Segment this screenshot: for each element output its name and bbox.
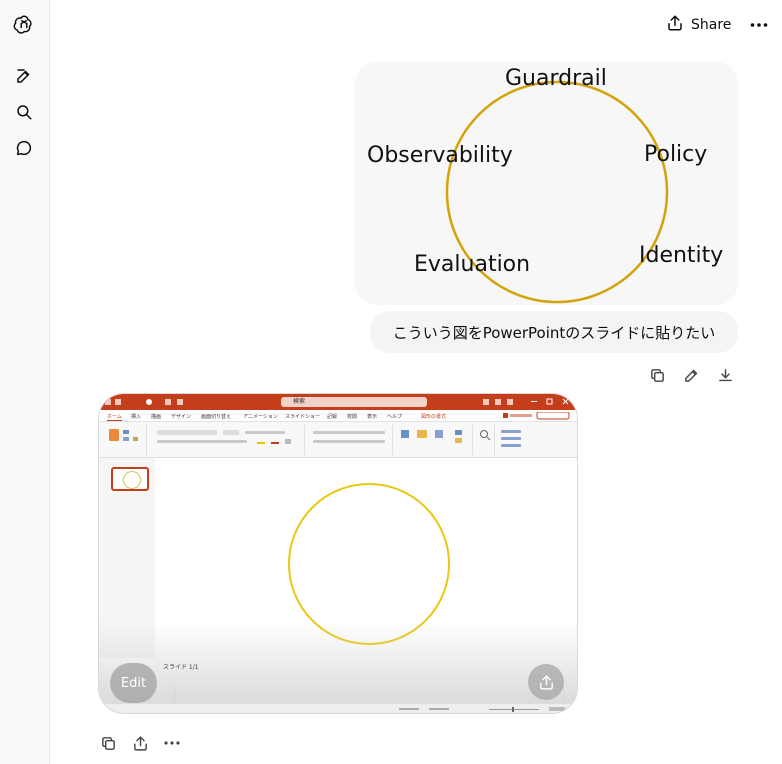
sidebar — [0, 0, 50, 764]
pp-zoom-controls — [399, 707, 565, 712]
pp-status-bar — [99, 703, 577, 713]
diagram-label-policy: Policy — [644, 142, 708, 167]
upload-image-button[interactable] — [528, 664, 564, 700]
search-icon[interactable] — [13, 101, 35, 123]
pp-title-bar: 検索 — [99, 394, 577, 410]
diagram-image[interactable]: Guardrail Policy Identity Evaluation Obs… — [355, 62, 738, 305]
pp-ribbon — [99, 422, 577, 458]
new-chat-icon[interactable] — [13, 65, 35, 87]
pp-group-paragraph — [307, 425, 393, 455]
pp-find-icon — [480, 430, 491, 441]
diagram-label-guardrail: Guardrail — [505, 66, 607, 91]
pp-tab: アニメーション — [243, 414, 278, 420]
pp-tab: 校閲 — [347, 414, 358, 420]
diagram-label-observability: Observability — [367, 143, 513, 168]
pp-tab: スライドショー — [285, 414, 321, 420]
copy-icon[interactable] — [97, 732, 119, 754]
user-message-actions — [646, 364, 736, 386]
pp-group-clipboard — [103, 425, 147, 455]
pp-group-edit — [475, 425, 495, 455]
pp-tab: ヘルプ — [387, 414, 403, 420]
pp-slide-circle — [288, 483, 450, 645]
pp-tab: 画面切り替え — [201, 414, 232, 420]
download-icon[interactable] — [714, 364, 736, 386]
pp-tab: ホーム — [107, 414, 122, 421]
share-icon[interactable] — [129, 732, 151, 754]
diagram-label-evaluation: Evaluation — [414, 252, 531, 277]
pp-window-controls-icon — [483, 398, 569, 405]
clipboard-icon — [109, 429, 138, 441]
pp-tab: 表示 — [367, 414, 378, 420]
edit-image-button[interactable]: Edit — [110, 663, 157, 703]
edit-image-label: Edit — [120, 675, 147, 691]
share-button[interactable]: Share — [666, 12, 731, 38]
more-options-icon[interactable] — [748, 14, 770, 36]
powerpoint-screenshot-image[interactable]: 検索 ホーム 挿入 描画 デザイン 画面切り替え アニメーション スライドショー… — [98, 393, 578, 714]
more-options-icon[interactable] — [161, 732, 183, 754]
copy-icon[interactable] — [646, 364, 668, 386]
pp-tab: デザイン — [171, 414, 192, 420]
diagram-label-identity: Identity — [639, 243, 724, 268]
share-icon — [666, 14, 684, 36]
pp-group-drawing — [395, 425, 473, 455]
edit-pencil-icon[interactable] — [680, 364, 702, 386]
chat-bubble-icon[interactable] — [13, 137, 35, 159]
pp-tab: 挿入 — [131, 414, 142, 420]
upload-icon — [539, 674, 553, 690]
pp-slide-counter: スライド 1/1 — [163, 664, 199, 671]
pp-quick-access-icons — [105, 399, 183, 405]
pp-group-arrange — [497, 425, 569, 455]
pp-ribbon-tabs: ホーム 挿入 描画 デザイン 画面切り替え アニメーション スライドショー 記録… — [99, 410, 577, 422]
diagram-circle — [445, 80, 669, 304]
pp-tab: 図形の書式 — [421, 414, 447, 420]
pp-drawing-icons — [401, 430, 462, 443]
pp-slide-thumbnail — [111, 467, 149, 491]
pp-tab: 記録 — [327, 414, 338, 420]
openai-logo-icon[interactable] — [13, 13, 35, 35]
user-message-bubble: こういう図をPowerPointのスライドに貼りたい — [370, 311, 738, 353]
pp-font-color-icons — [257, 439, 291, 444]
pp-group-font — [149, 425, 305, 455]
assistant-message-actions — [97, 732, 183, 754]
pp-tab: 描画 — [151, 414, 162, 420]
share-label: Share — [691, 17, 732, 33]
pp-ribbon-right-controls — [503, 412, 570, 420]
pp-search-text: 検索 — [293, 398, 306, 405]
user-message-text: こういう図をPowerPointのスライドに貼りたい — [392, 323, 716, 342]
pp-search-box: 検索 — [281, 397, 427, 407]
